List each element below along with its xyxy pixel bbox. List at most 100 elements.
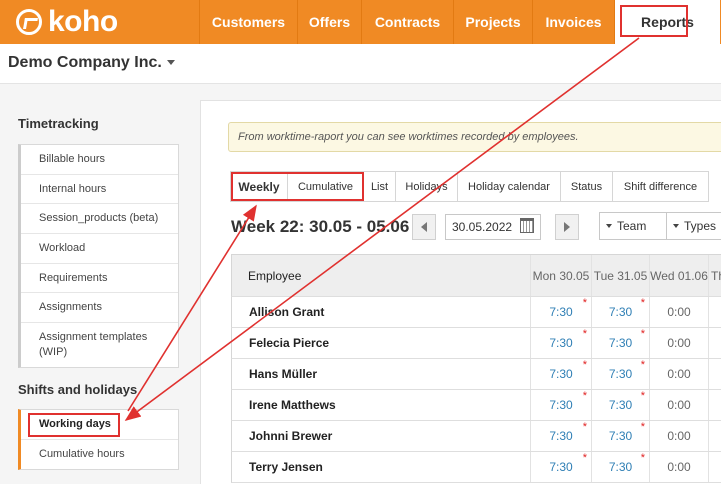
types-select[interactable]: Types: [667, 212, 721, 240]
hours-value: 7:30: [549, 429, 573, 443]
asterisk-mark: *: [640, 297, 645, 309]
sidebar-title-timetracking: Timetracking: [18, 116, 99, 131]
hours-thu: [708, 328, 721, 358]
hours-thu: [708, 452, 721, 482]
team-select[interactable]: Team: [599, 212, 667, 240]
sidebar-item-session-products[interactable]: Session_products (beta): [21, 204, 178, 234]
sidebar-timetracking-list: Billable hours Internal hours Session_pr…: [18, 144, 179, 368]
previous-week-button[interactable]: [412, 214, 436, 240]
table-row: Felecia Pierce 7:30 * 7:30 * 0:00: [231, 328, 721, 359]
caret-down-icon: [606, 224, 612, 228]
hours-thu: [708, 390, 721, 420]
employee-name[interactable]: Felecia Pierce: [249, 328, 329, 358]
hours-value: 7:30: [608, 336, 633, 350]
hours-value: 7:30: [549, 460, 573, 474]
highlight-working-days: [28, 413, 120, 437]
hours-value: 0:00: [667, 336, 691, 350]
hours-mon[interactable]: 7:30 *: [530, 452, 591, 482]
hours-mon[interactable]: 7:30 *: [530, 297, 591, 327]
asterisk-mark: *: [582, 359, 587, 371]
hours-wed: 0:00: [649, 297, 708, 327]
worktime-table: Employee Mon 30.05 Tue 31.05 Wed 01.06 T…: [231, 254, 721, 483]
asterisk-mark: *: [582, 421, 587, 433]
arrow-right-icon: [564, 222, 570, 232]
nav-customers[interactable]: Customers: [199, 0, 297, 44]
caret-down-icon: [673, 224, 679, 228]
company-selector[interactable]: Demo Company Inc.: [8, 54, 175, 72]
calendar-icon[interactable]: [520, 218, 534, 233]
nav-contracts[interactable]: Contracts: [361, 0, 453, 44]
tab-shift-difference[interactable]: Shift difference: [613, 171, 709, 202]
asterisk-mark: *: [582, 452, 587, 464]
hours-tue[interactable]: 7:30 *: [591, 390, 649, 420]
koho-logo-icon: [16, 9, 42, 35]
header-wed: Wed 01.06: [649, 255, 708, 296]
hours-wed: 0:00: [649, 359, 708, 389]
sidebar-item-assignments[interactable]: Assignments: [21, 293, 178, 323]
top-navigation-bar: koho Customers Offers Contracts Projects…: [0, 0, 721, 44]
hours-wed: 0:00: [649, 390, 708, 420]
tab-holidays[interactable]: Holidays: [396, 171, 458, 202]
tab-status[interactable]: Status: [561, 171, 613, 202]
hours-tue[interactable]: 7:30 *: [591, 421, 649, 451]
sidebar-item-cumulative-hours[interactable]: Cumulative hours: [21, 440, 178, 469]
hours-value: 7:30: [549, 305, 573, 319]
hours-mon[interactable]: 7:30 *: [530, 421, 591, 451]
hours-value: 7:30: [608, 305, 633, 319]
nav-projects[interactable]: Projects: [453, 0, 532, 44]
tab-holiday-calendar[interactable]: Holiday calendar: [458, 171, 561, 202]
employee-name[interactable]: Johnni Brewer: [249, 421, 332, 451]
asterisk-mark: *: [582, 328, 587, 340]
sidebar-title-shifts: Shifts and holidays: [18, 382, 138, 397]
asterisk-mark: *: [640, 421, 645, 433]
info-message: From worktime-raport you can see worktim…: [228, 122, 721, 152]
sidebar-item-workload[interactable]: Workload: [21, 234, 178, 264]
next-week-button[interactable]: [555, 214, 579, 240]
employee-name[interactable]: Irene Matthews: [249, 390, 336, 420]
table-row: Hans Müller 7:30 * 7:30 * 0:00: [231, 359, 721, 390]
hours-value: 0:00: [667, 398, 691, 412]
hours-tue[interactable]: 7:30 *: [591, 452, 649, 482]
sidebar-item-internal-hours[interactable]: Internal hours: [21, 175, 178, 204]
hours-value: 7:30: [608, 398, 633, 412]
hours-value: 7:30: [608, 429, 633, 443]
hours-value: 0:00: [667, 429, 691, 443]
hours-value: 7:30: [608, 460, 633, 474]
hours-tue[interactable]: 7:30 *: [591, 359, 649, 389]
koho-logo[interactable]: koho: [16, 6, 118, 38]
asterisk-mark: *: [640, 328, 645, 340]
tab-list[interactable]: List: [364, 171, 396, 202]
hours-thu: [708, 297, 721, 327]
hours-value: 7:30: [549, 398, 573, 412]
team-select-label: Team: [617, 219, 647, 233]
hours-value: 0:00: [667, 367, 691, 381]
logo-text: koho: [48, 5, 118, 38]
hours-wed: 0:00: [649, 421, 708, 451]
hours-value: 0:00: [667, 460, 691, 474]
hours-tue[interactable]: 7:30 *: [591, 297, 649, 327]
asterisk-mark: *: [640, 390, 645, 402]
hours-thu: [708, 359, 721, 389]
hours-value: 7:30: [549, 336, 573, 350]
asterisk-mark: *: [640, 359, 645, 371]
header-employee[interactable]: Employee: [248, 255, 301, 296]
employee-name[interactable]: Allison Grant: [249, 297, 324, 327]
table-row: Irene Matthews 7:30 * 7:30 * 0:00: [231, 390, 721, 421]
hours-wed: 0:00: [649, 328, 708, 358]
nav-invoices[interactable]: Invoices: [532, 0, 614, 44]
sidebar-item-billable-hours[interactable]: Billable hours: [21, 145, 178, 175]
hours-wed: 0:00: [649, 452, 708, 482]
employee-name[interactable]: Terry Jensen: [249, 452, 323, 482]
caret-down-icon: [166, 60, 175, 66]
hours-mon[interactable]: 7:30 *: [530, 328, 591, 358]
nav-offers[interactable]: Offers: [297, 0, 361, 44]
hours-tue[interactable]: 7:30 *: [591, 328, 649, 358]
hours-mon[interactable]: 7:30 *: [530, 390, 591, 420]
table-header-row: Employee Mon 30.05 Tue 31.05 Wed 01.06 T…: [231, 255, 721, 297]
table-row: Allison Grant 7:30 * 7:30 * 0:00: [231, 297, 721, 328]
employee-name[interactable]: Hans Müller: [249, 359, 317, 389]
sidebar-item-requirements[interactable]: Requirements: [21, 264, 178, 293]
sidebar-item-assignment-templates[interactable]: Assignment templates (WIP): [21, 323, 178, 367]
hours-mon[interactable]: 7:30 *: [530, 359, 591, 389]
hours-value: 7:30: [608, 367, 633, 381]
